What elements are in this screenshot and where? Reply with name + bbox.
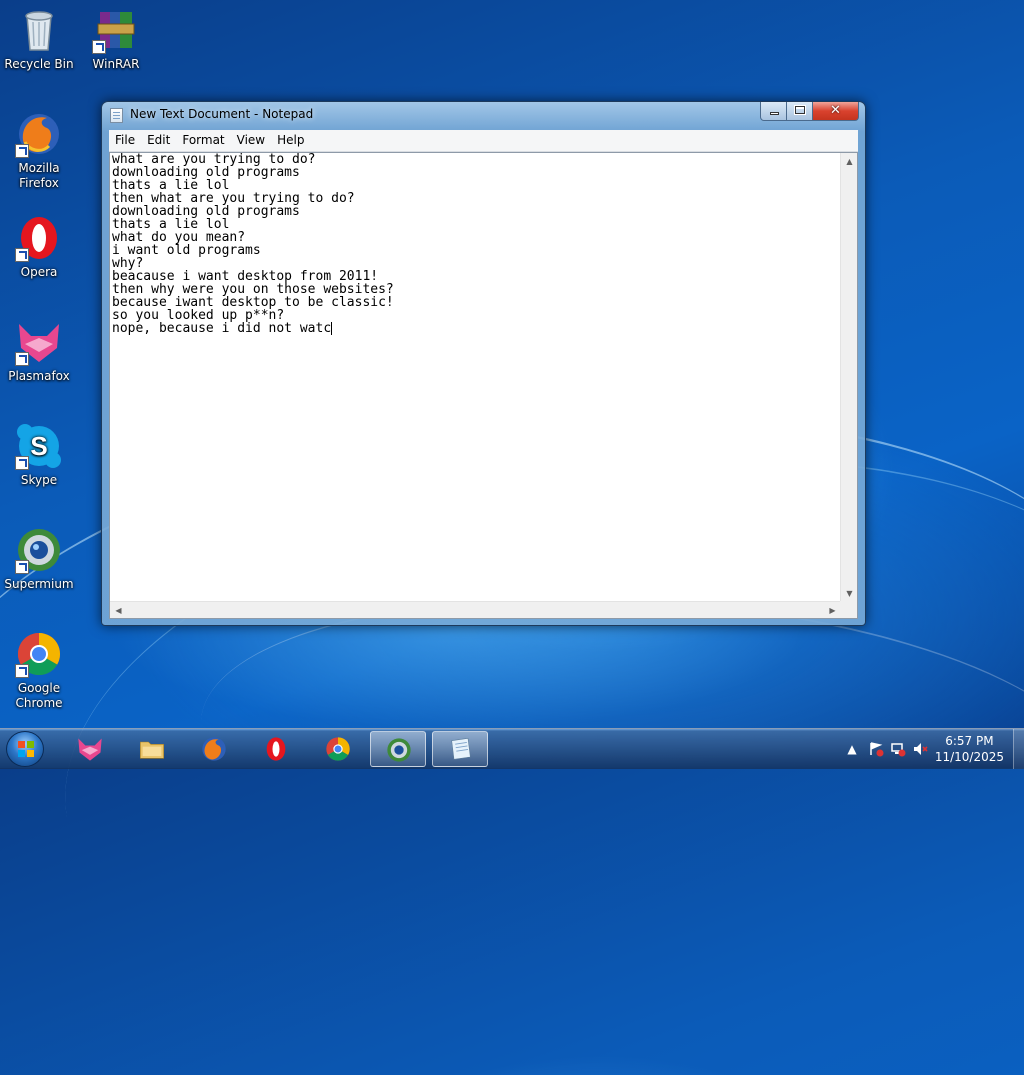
desktop-icon-label: Google Chrome	[15, 681, 63, 710]
clock-date: 11/10/2025	[934, 750, 1004, 764]
network-icon[interactable]	[890, 741, 906, 757]
menu-help[interactable]: Help	[271, 130, 310, 151]
desktop-icon-skype[interactable]: S Skype	[1, 422, 77, 488]
supermium-icon	[15, 526, 63, 574]
document-text: what are you trying to do? downloading o…	[112, 153, 394, 336]
desktop-icon-label: Plasmafox	[8, 369, 70, 383]
desktop-icon-opera[interactable]: Opera	[1, 214, 77, 280]
firefox-icon	[15, 110, 63, 158]
opera-icon	[266, 737, 286, 761]
desktop-icon-label: WinRAR	[92, 57, 140, 71]
action-center-icon[interactable]	[868, 741, 884, 757]
desktop-icon-label: Supermium	[4, 577, 74, 591]
system-tray: ▲ 6:57 PM 11/10/2025	[834, 729, 1024, 769]
folder-icon	[140, 741, 164, 759]
window-title: New Text Document - Notepad	[130, 107, 314, 121]
skype-icon: S	[15, 422, 63, 470]
notepad-icon[interactable]	[110, 108, 123, 123]
shortcut-arrow-icon	[92, 40, 106, 54]
desktop-icon-label: Recycle Bin	[4, 57, 74, 71]
system-clock[interactable]: 6:57 PM 11/10/2025	[935, 733, 1004, 765]
desktop-icon-supermium[interactable]: Supermium	[1, 526, 77, 592]
taskbar-chrome[interactable]	[310, 731, 366, 767]
taskbar: ▲ 6:57 PM 11/10/2025	[0, 728, 1024, 769]
menu-format[interactable]: Format	[176, 130, 230, 151]
title-bar[interactable]: New Text Document - Notepad ✕	[102, 102, 865, 130]
recycle-bin-icon	[15, 6, 63, 54]
svg-text:S: S	[30, 431, 47, 461]
opera-icon	[15, 214, 63, 262]
text-caret	[331, 322, 333, 335]
minimize-button[interactable]	[760, 102, 787, 121]
shortcut-arrow-icon	[15, 144, 29, 158]
desktop-icon-winrar[interactable]: WinRAR	[78, 6, 154, 72]
notepad-window[interactable]: New Text Document - Notepad ✕ File Edit …	[101, 101, 866, 626]
start-button[interactable]	[6, 731, 44, 767]
notepad-icon	[451, 738, 471, 760]
plasmafox-icon	[15, 318, 63, 366]
shortcut-arrow-icon	[15, 560, 29, 574]
firefox-icon	[202, 737, 226, 761]
close-button[interactable]: ✕	[813, 102, 859, 121]
shortcut-arrow-icon	[15, 664, 29, 678]
document-text-area[interactable]: what are you trying to do? downloading o…	[110, 153, 845, 602]
desktop-icon-plasmafox[interactable]: Plasmafox	[1, 318, 77, 384]
windows-logo-icon	[18, 741, 34, 757]
horizontal-scrollbar[interactable]: ◀ ▶	[110, 601, 841, 618]
desktop-icon-label: Opera	[20, 265, 58, 279]
scroll-up-icon[interactable]: ▲	[841, 153, 858, 170]
taskbar-firefox[interactable]	[186, 731, 242, 767]
size-grip[interactable]	[840, 601, 857, 618]
winrar-icon	[92, 6, 140, 54]
plasmafox-icon	[78, 738, 102, 761]
maximize-icon	[794, 105, 806, 115]
supermium-icon	[387, 738, 411, 762]
menu-file[interactable]: File	[109, 130, 141, 151]
taskbar-supermium[interactable]	[370, 731, 426, 767]
taskbar-notepad[interactable]	[432, 731, 488, 767]
close-icon: ✕	[830, 103, 841, 118]
scroll-left-icon[interactable]: ◀	[110, 602, 127, 619]
desktop-icon-chrome[interactable]: Google Chrome	[1, 630, 77, 711]
vertical-scrollbar[interactable]: ▲ ▼	[840, 153, 857, 602]
chrome-icon	[326, 737, 350, 761]
taskbar-explorer[interactable]	[124, 731, 180, 767]
scroll-right-icon[interactable]: ▶	[824, 602, 841, 619]
shortcut-arrow-icon	[15, 248, 29, 262]
menu-edit[interactable]: Edit	[141, 130, 176, 151]
menu-bar: File Edit Format View Help	[109, 130, 858, 152]
show-desktop-button[interactable]	[1013, 729, 1024, 769]
shortcut-arrow-icon	[15, 456, 29, 470]
text-editor[interactable]: what are you trying to do? downloading o…	[109, 152, 858, 619]
show-hidden-icons-icon[interactable]: ▲	[844, 741, 860, 757]
chrome-icon	[15, 630, 63, 678]
desktop-icon-recycle-bin[interactable]: Recycle Bin	[1, 6, 77, 72]
taskbar-opera[interactable]	[248, 731, 304, 767]
maximize-button[interactable]	[787, 102, 813, 121]
clock-time: 6:57 PM	[945, 734, 994, 748]
menu-view[interactable]: View	[231, 130, 271, 151]
minimize-icon	[770, 112, 779, 115]
scroll-down-icon[interactable]: ▼	[841, 585, 858, 602]
volume-icon[interactable]	[912, 741, 928, 757]
shortcut-arrow-icon	[15, 352, 29, 366]
caption-buttons: ✕	[760, 102, 859, 121]
taskbar-plasmafox[interactable]	[62, 731, 118, 767]
desktop-icon-label: Mozilla Firefox	[18, 161, 60, 190]
desktop-icon-firefox[interactable]: Mozilla Firefox	[1, 110, 77, 191]
desktop-icon-label: Skype	[20, 473, 58, 487]
